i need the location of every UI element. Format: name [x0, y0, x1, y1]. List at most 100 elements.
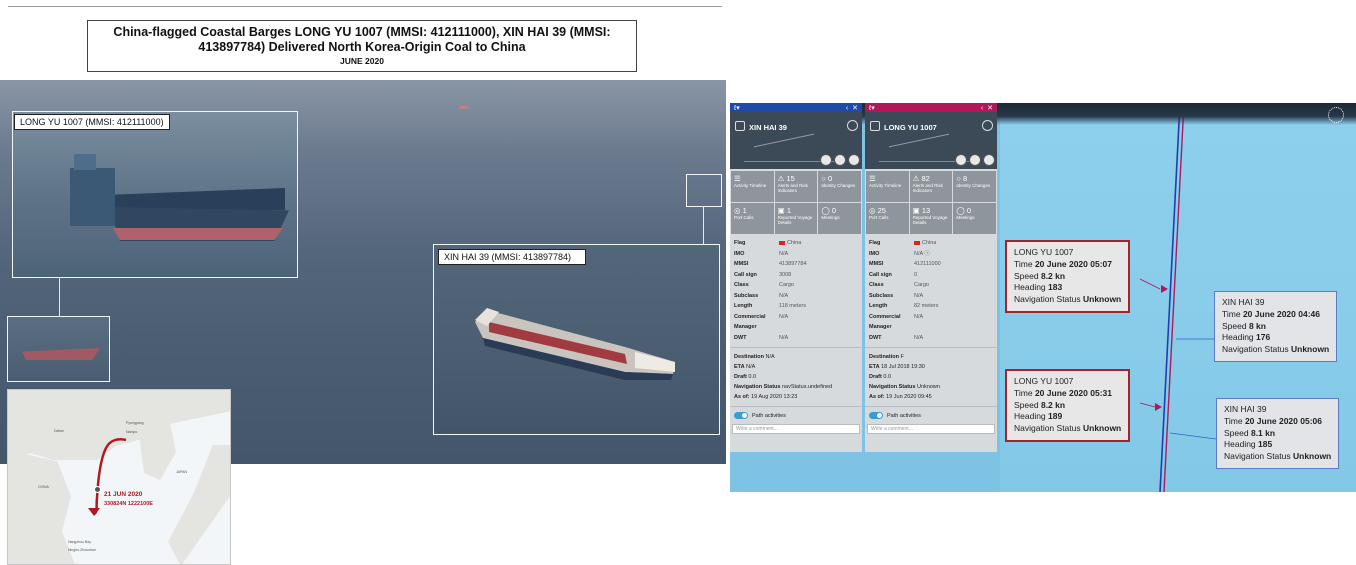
- map-place-6: JAPAN: [176, 470, 188, 474]
- detail-row: Commercial Manager N/A: [869, 313, 924, 331]
- close-icon[interactable]: ✕: [987, 105, 993, 112]
- vessel-panel-header: ℓ▾ ‹ ✕: [730, 103, 862, 112]
- report-title: China-flagged Coastal Barges LONG YU 100…: [113, 25, 611, 54]
- map-place-1: Nampo: [126, 430, 138, 434]
- detail-row: Flag China: [734, 240, 802, 246]
- camera-icon[interactable]: [848, 154, 860, 166]
- zoom-icon[interactable]: [820, 154, 832, 166]
- avatar-icon[interactable]: [847, 120, 858, 131]
- tile-activity-timeline[interactable]: ☰ Activity Timeline: [731, 171, 774, 202]
- avatar-icon[interactable]: [982, 120, 993, 131]
- vessel-title-bar: LONG YU 1007: [865, 112, 997, 169]
- distant-boat: [459, 106, 468, 109]
- popup-xin-hai-0506[interactable]: XIN HAI 39 Time 20 June 2020 05:06 Speed…: [1216, 398, 1340, 469]
- divider: [730, 406, 862, 407]
- path-activities-toggle[interactable]: [869, 412, 883, 420]
- vessel-title-bar: XIN HAI 39: [730, 112, 862, 169]
- detail-row: Flag China: [869, 240, 937, 246]
- path-activities-row: Path activities: [730, 411, 862, 421]
- target-icon[interactable]: [969, 154, 981, 166]
- detail-row: Subclass N/A: [869, 292, 924, 299]
- comment-input[interactable]: Write a comment...: [867, 424, 995, 434]
- xin-hai-thumbnail: [686, 174, 722, 207]
- logo-icon: ℓ▾: [734, 104, 740, 112]
- connector-line-left: [59, 278, 60, 316]
- detail-row: Subclass N/A: [734, 292, 789, 299]
- divider: [865, 406, 997, 407]
- detail-row: IMO N/A ⓘ: [869, 250, 930, 257]
- map-place-5: CHINA: [38, 485, 49, 489]
- vessel-name: XIN HAI 39: [749, 123, 787, 132]
- vessel-tiles: ☰ Activity Timeline ⚠ 82 Alerts and Risk I…: [865, 169, 997, 234]
- tile-voyage-details[interactable]: ▣ 1 Reported Voyage Details: [774, 203, 818, 234]
- path-activities-row: Path activities: [865, 411, 997, 421]
- detail-row: IMO N/A: [734, 250, 789, 257]
- report-title-box: China-flagged Coastal Barges LONG YU 100…: [87, 20, 637, 72]
- popup-long-yu-0507[interactable]: LONG YU 1007 Time 20 June 2020 05:07 Spe…: [1005, 240, 1131, 313]
- popup-long-yu-0531[interactable]: LONG YU 1007 Time 20 June 2020 05:31 Spe…: [1005, 369, 1131, 442]
- map-place-4: Ningbo-Zhoushan: [68, 548, 96, 552]
- detail-row: DWT N/A: [869, 334, 924, 341]
- meeting-point-marker: [94, 486, 101, 493]
- detail-row: Class Cargo: [734, 282, 794, 288]
- info-icon[interactable]: ⓘ: [924, 251, 930, 257]
- detail-row: DWT N/A: [734, 334, 789, 341]
- zoom-icon[interactable]: [955, 154, 967, 166]
- map-place-0: Dalian: [54, 429, 64, 433]
- popup-vessel-name: LONG YU 1007: [1014, 376, 1074, 386]
- ship-icon: [735, 121, 745, 131]
- top-divider: [8, 6, 722, 7]
- target-icon[interactable]: [834, 154, 846, 166]
- vessel-details: Flag China IMO N/A ⓘ MMSI 412111000 Call si…: [865, 234, 997, 343]
- long-yu-photo-label: LONG YU 1007 (MMSI: 412111000): [14, 114, 170, 130]
- popup-xin-hai-0446[interactable]: XIN HAI 39 Time 20 June 2020 04:46 Speed…: [1214, 291, 1338, 362]
- tile-identity-changes[interactable]: ○ 8 Identity Changes: [953, 171, 996, 202]
- route-map-inset: 21 JUN 2020 330824N 1222100E Dalian Namp…: [7, 389, 231, 565]
- tile-port-calls[interactable]: ◎ 1 Port Calls: [731, 203, 774, 234]
- tile-alerts[interactable]: ⚠ 15 Alerts and Risk Indicators: [774, 171, 818, 202]
- connector-line-right: [703, 207, 704, 245]
- camera-icon[interactable]: [983, 154, 995, 166]
- vessel-tracking-app: ℓ▾ ‹ ✕ XIN HAI 39 ☰ Activity Timeline ⚠ 1…: [730, 103, 1356, 492]
- detail-row: Call sign 0: [869, 271, 918, 278]
- report-date: JUNE 2020: [340, 56, 384, 66]
- detail-row: Call sign 3008: [734, 271, 792, 278]
- vessel-name: LONG YU 1007: [884, 123, 937, 132]
- long-yu-bridge: [74, 154, 96, 170]
- detail-row: MMSI 412111000: [869, 261, 941, 267]
- tile-voyage-details[interactable]: ▣ 13 Reported Voyage Details: [909, 203, 953, 234]
- long-yu-wheelhouse: [70, 168, 115, 226]
- tile-port-calls[interactable]: ◎ 25 Port Calls: [866, 203, 909, 234]
- back-icon[interactable]: ‹: [981, 105, 983, 112]
- detail-row: MMSI 413897784: [734, 261, 807, 267]
- tile-meetings[interactable]: ◯ 0 Meetings: [818, 203, 861, 234]
- xin-hai-ship: [475, 308, 675, 380]
- vessel-panel-xin-hai: ℓ▾ ‹ ✕ XIN HAI 39 ☰ Activity Timeline ⚠ 1…: [730, 103, 862, 452]
- xin-hai-photo-label: XIN HAI 39 (MMSI: 413897784): [438, 249, 587, 265]
- popup-vessel-name: LONG YU 1007: [1014, 247, 1074, 257]
- divider: [730, 347, 862, 348]
- flag-icon: [779, 240, 785, 245]
- back-icon[interactable]: ‹: [846, 105, 848, 112]
- detail-row: Length 82 meters: [869, 303, 939, 309]
- popup-vessel-name: XIN HAI 39: [1222, 297, 1265, 307]
- vessel-panel-long-yu: ℓ▾ ‹ ✕ LONG YU 1007 ☰ Activity Timeline ⚠…: [865, 103, 997, 452]
- map-place-2: Pyongyang: [126, 421, 144, 425]
- loading-spinner-icon: [1328, 107, 1344, 123]
- popup-vessel-name: XIN HAI 39: [1224, 404, 1267, 414]
- voyage-info: Destination N/A ETA N/A Draft 0.0 Naviga…: [734, 354, 833, 400]
- close-icon[interactable]: ✕: [852, 105, 858, 112]
- tile-meetings[interactable]: ◯ 0 Meetings: [953, 203, 996, 234]
- detail-row: Length 118 meters: [734, 303, 807, 309]
- tile-identity-changes[interactable]: ○ 0 Identity Changes: [818, 171, 861, 202]
- tile-activity-timeline[interactable]: ☰ Activity Timeline: [866, 171, 909, 202]
- comment-input[interactable]: Write a comment...: [732, 424, 860, 434]
- tile-alerts[interactable]: ⚠ 82 Alerts and Risk Indicators: [909, 171, 953, 202]
- vessel-details: Flag China IMO N/A MMSI 413897784 Call sign…: [730, 234, 862, 343]
- detail-row: Class Cargo: [869, 282, 929, 288]
- flag-icon: [914, 240, 920, 245]
- long-yu-hull-bottom: [113, 228, 283, 240]
- vessel-panel-header: ℓ▾ ‹ ✕: [865, 103, 997, 112]
- path-activities-toggle[interactable]: [734, 412, 748, 420]
- ship-icon: [870, 121, 880, 131]
